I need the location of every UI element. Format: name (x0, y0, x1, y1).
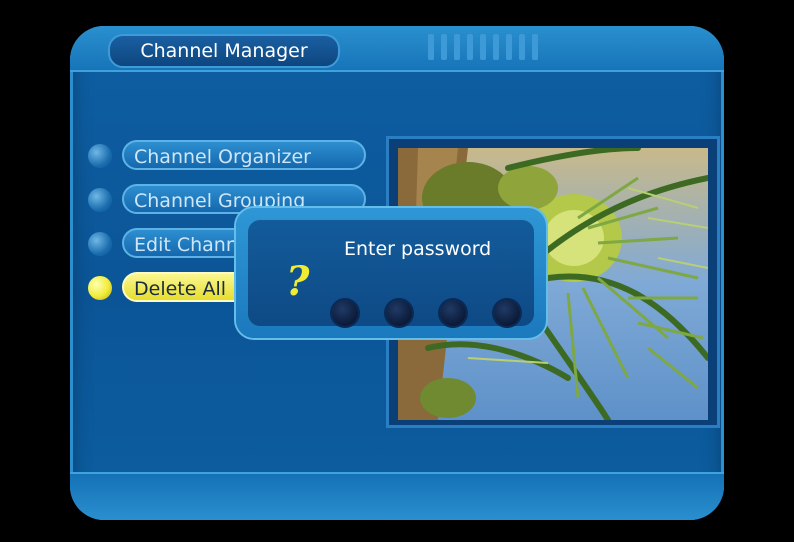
header-tick (532, 34, 538, 60)
bullet-icon (88, 144, 112, 168)
password-digit-2[interactable] (386, 300, 412, 326)
header-tick (480, 34, 486, 60)
question-mark-icon: ? (286, 258, 310, 305)
header-tick (441, 34, 447, 60)
password-digit-1[interactable] (332, 300, 358, 326)
page-title: Channel Manager (108, 34, 340, 68)
header-tick (493, 34, 499, 60)
panel-footer-bar (70, 472, 724, 520)
menu-item-label: Channel Organizer (122, 140, 366, 170)
header-tick (519, 34, 525, 60)
bullet-icon (88, 232, 112, 256)
bullet-icon (88, 188, 112, 212)
dialog-title: Enter password (344, 238, 492, 260)
header-tick (467, 34, 473, 60)
password-dialog: ? Enter password (236, 208, 546, 338)
header-tick (454, 34, 460, 60)
password-dialog-body: ? Enter password (248, 220, 534, 326)
selected-bullet-icon (88, 276, 112, 300)
password-digit-3[interactable] (440, 300, 466, 326)
header-tick (506, 34, 512, 60)
password-digit-4[interactable] (494, 300, 520, 326)
header-tick (428, 34, 434, 60)
header-decoration (428, 34, 538, 60)
